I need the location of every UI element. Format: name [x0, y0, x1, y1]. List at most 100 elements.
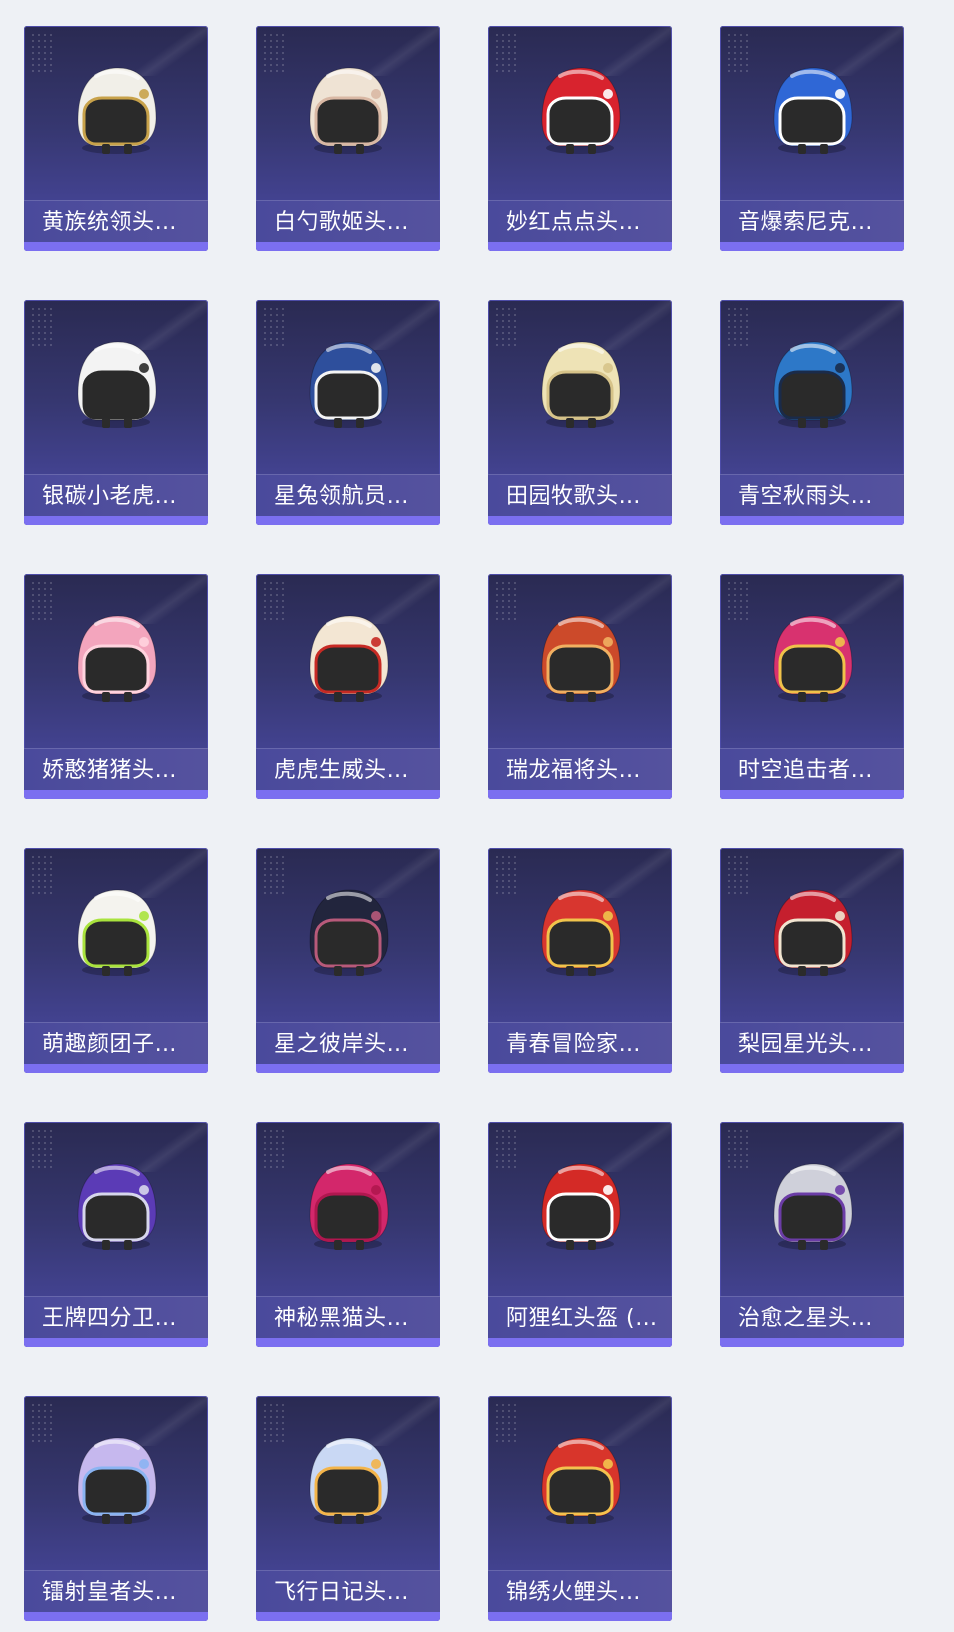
helmet-card[interactable]: 梨园星光头…	[720, 848, 904, 1073]
card-label-bar: 田园牧歌头…	[488, 474, 672, 517]
dot-pattern-decoration	[726, 580, 750, 620]
helmet-card[interactable]: 虎虎生威头…	[256, 574, 440, 799]
helmet-card[interactable]: 镭射皇者头…	[24, 1396, 208, 1621]
card-label-bar: 阿狸红头盔 (…	[488, 1296, 672, 1339]
helmet-name: 白勺歌姬头…	[274, 210, 410, 235]
card-bottom-strip	[720, 242, 904, 251]
helmet-name: 时空追击者…	[738, 758, 874, 783]
helmet-name: 妙红点点头…	[506, 210, 642, 235]
helmet-icon	[530, 56, 630, 176]
helmet-name: 黄族统领头…	[42, 210, 178, 235]
card-bottom-strip	[256, 1064, 440, 1073]
helmet-card[interactable]: 阿狸红头盔 (…	[488, 1122, 672, 1347]
helmet-card[interactable]: 田园牧歌头…	[488, 300, 672, 525]
dot-pattern-decoration	[726, 1128, 750, 1168]
helmet-name: 娇憨猪猪头…	[42, 758, 178, 783]
card-bottom-strip	[256, 516, 440, 525]
helmet-card[interactable]: 瑞龙福将头…	[488, 574, 672, 799]
helmet-card[interactable]: 黄族统领头…	[24, 26, 208, 251]
card-bottom-strip	[24, 516, 208, 525]
helmet-card[interactable]: 青春冒险家…	[488, 848, 672, 1073]
helmet-icon	[66, 878, 166, 998]
dot-pattern-decoration	[262, 1402, 286, 1442]
helmet-card[interactable]: 时空追击者…	[720, 574, 904, 799]
helmet-name: 青空秋雨头…	[738, 484, 874, 509]
helmet-card[interactable]: 星兔领航员…	[256, 300, 440, 525]
helmet-card[interactable]: 白勺歌姬头…	[256, 26, 440, 251]
helmet-name: 虎虎生威头…	[274, 758, 410, 783]
card-label-bar: 白勺歌姬头…	[256, 200, 440, 243]
card-bottom-strip	[256, 1338, 440, 1347]
card-label-bar: 萌趣颜团子…	[24, 1022, 208, 1065]
helmet-card[interactable]: 锦绣火鲤头…	[488, 1396, 672, 1621]
dot-pattern-decoration	[726, 32, 750, 72]
card-bottom-strip	[720, 790, 904, 799]
helmet-icon	[762, 878, 862, 998]
helmet-icon	[762, 1152, 862, 1272]
card-label-bar: 梨园星光头…	[720, 1022, 904, 1065]
helmet-icon	[66, 1152, 166, 1272]
card-label-bar: 青空秋雨头…	[720, 474, 904, 517]
helmet-name: 青春冒险家…	[506, 1032, 642, 1057]
card-bottom-strip	[488, 790, 672, 799]
helmet-icon	[762, 604, 862, 724]
helmet-card[interactable]: 娇憨猪猪头…	[24, 574, 208, 799]
card-bottom-strip	[720, 1338, 904, 1347]
dot-pattern-decoration	[30, 306, 54, 346]
helmet-name: 王牌四分卫…	[42, 1306, 178, 1331]
helmet-name: 飞行日记头…	[274, 1580, 410, 1605]
helmet-name: 银碳小老虎…	[42, 484, 178, 509]
helmet-icon	[66, 56, 166, 176]
helmet-icon	[66, 330, 166, 450]
card-label-bar: 黄族统领头…	[24, 200, 208, 243]
helmet-name: 星之彼岸头…	[274, 1032, 410, 1057]
helmet-card[interactable]: 音爆索尼克…	[720, 26, 904, 251]
card-bottom-strip	[24, 1064, 208, 1073]
helmet-card[interactable]: 妙红点点头…	[488, 26, 672, 251]
helmet-icon	[66, 1426, 166, 1546]
helmet-icon	[530, 604, 630, 724]
helmet-card[interactable]: 飞行日记头…	[256, 1396, 440, 1621]
helmet-icon	[298, 878, 398, 998]
card-bottom-strip	[488, 1338, 672, 1347]
card-bottom-strip	[720, 516, 904, 525]
helmet-card[interactable]: 青空秋雨头…	[720, 300, 904, 525]
card-bottom-strip	[256, 1612, 440, 1621]
card-label-bar: 瑞龙福将头…	[488, 748, 672, 791]
helmet-icon	[298, 1426, 398, 1546]
helmet-name: 萌趣颜团子…	[42, 1032, 178, 1057]
dot-pattern-decoration	[726, 306, 750, 346]
card-label-bar: 锦绣火鲤头…	[488, 1570, 672, 1613]
card-label-bar: 音爆索尼克…	[720, 200, 904, 243]
card-label-bar: 青春冒险家…	[488, 1022, 672, 1065]
dot-pattern-decoration	[262, 854, 286, 894]
helmet-card[interactable]: 王牌四分卫…	[24, 1122, 208, 1347]
card-label-bar: 神秘黑猫头…	[256, 1296, 440, 1339]
helmet-icon	[530, 878, 630, 998]
card-bottom-strip	[488, 1064, 672, 1073]
helmet-card[interactable]: 萌趣颜团子…	[24, 848, 208, 1073]
card-label-bar: 虎虎生威头…	[256, 748, 440, 791]
card-bottom-strip	[256, 242, 440, 251]
helmet-name: 阿狸红头盔 (…	[506, 1306, 658, 1331]
helmet-name: 梨园星光头…	[738, 1032, 874, 1057]
helmet-card[interactable]: 治愈之星头…	[720, 1122, 904, 1347]
card-bottom-strip	[24, 242, 208, 251]
helmet-icon	[298, 1152, 398, 1272]
dot-pattern-decoration	[262, 1128, 286, 1168]
dot-pattern-decoration	[30, 1402, 54, 1442]
dot-pattern-decoration	[494, 854, 518, 894]
card-label-bar: 治愈之星头…	[720, 1296, 904, 1339]
helmet-card[interactable]: 神秘黑猫头…	[256, 1122, 440, 1347]
helmet-icon	[298, 604, 398, 724]
helmet-name: 神秘黑猫头…	[274, 1306, 410, 1331]
helmet-name: 瑞龙福将头…	[506, 758, 642, 783]
card-label-bar: 星之彼岸头…	[256, 1022, 440, 1065]
dot-pattern-decoration	[494, 580, 518, 620]
card-label-bar: 飞行日记头…	[256, 1570, 440, 1613]
helmet-card[interactable]: 星之彼岸头…	[256, 848, 440, 1073]
dot-pattern-decoration	[494, 306, 518, 346]
card-label-bar: 娇憨猪猪头…	[24, 748, 208, 791]
helmet-card[interactable]: 银碳小老虎…	[24, 300, 208, 525]
card-bottom-strip	[24, 1338, 208, 1347]
